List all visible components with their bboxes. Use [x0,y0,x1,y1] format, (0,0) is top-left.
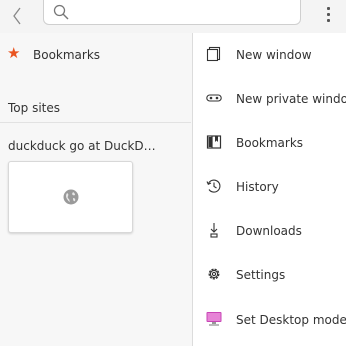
new-tab-page: ★ Bookmarks Top sites duckduck go at Duc… [0,33,191,346]
menu-item-history[interactable]: History [193,165,346,209]
menu-item-label: New window [236,48,312,62]
star-icon: ★ [7,44,21,62]
menu-item-new-window[interactable]: New window [193,33,346,77]
toolbar [0,0,346,33]
bookmarks-link[interactable]: ★ Bookmarks [0,33,191,78]
menu-item-settings[interactable]: Settings [193,253,346,297]
top-site-title[interactable]: duckduck go at DuckD… [8,139,188,153]
bookmarks-label: Bookmarks [33,48,101,62]
divider [0,122,191,123]
browser-menu: New window New private window Bookmarks … [192,33,346,346]
settings-icon [208,268,220,280]
top-site-tile[interactable] [8,161,133,233]
downloads-icon [210,223,218,238]
top-sites-heading: Top sites [8,101,60,115]
new-window-icon [206,46,221,62]
kebab-dot-icon [326,12,330,16]
history-icon [206,179,221,193]
menu-item-set-desktop-mode[interactable]: Set Desktop mode [193,298,346,342]
menu-button[interactable] [318,3,338,25]
menu-item-label: Settings [236,268,286,282]
menu-item-label: New private window [236,92,346,106]
menu-item-label: History [236,180,279,194]
bookmarks-icon [206,135,222,149]
kebab-dot-icon [326,6,330,10]
menu-item-bookmarks[interactable]: Bookmarks [193,121,346,165]
desktop-mode-icon [206,312,222,326]
menu-item-downloads[interactable]: Downloads [193,209,346,253]
back-button[interactable] [6,4,28,28]
globe-icon [63,189,79,205]
menu-item-label: Set Desktop mode [236,313,346,327]
menu-item-label: Downloads [236,224,302,238]
menu-item-new-private-window[interactable]: New private window [193,77,346,121]
search-icon [53,4,69,20]
private-window-icon [206,94,222,102]
chevron-left-icon [13,7,21,25]
menu-item-label: Bookmarks [236,136,304,150]
kebab-dot-icon [326,18,330,22]
search-input[interactable] [43,0,301,25]
